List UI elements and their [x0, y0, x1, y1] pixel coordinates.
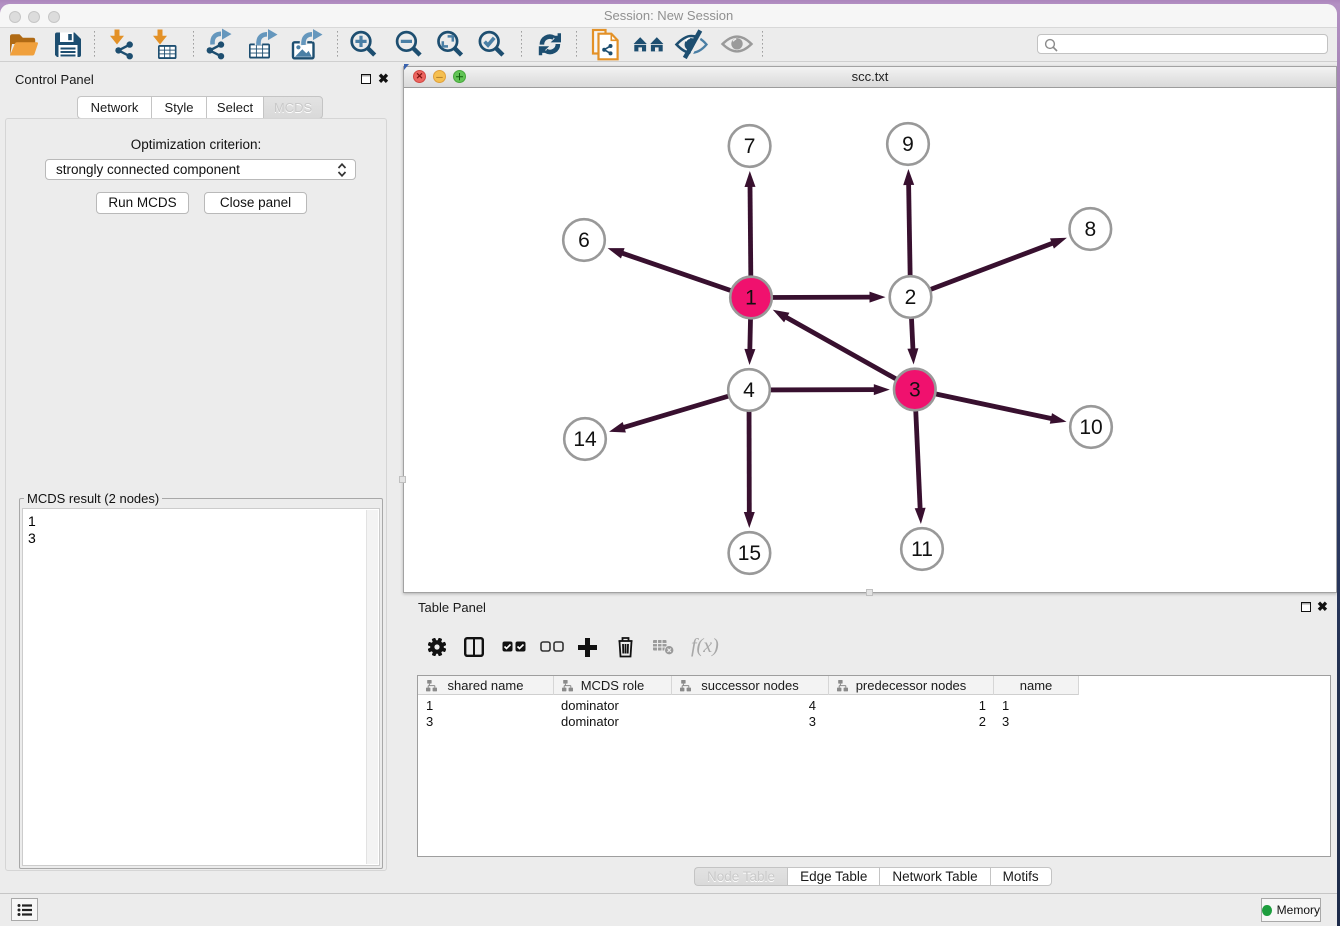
svg-text:9: 9 [902, 133, 914, 156]
svg-text:2: 2 [905, 286, 917, 309]
svg-text:10: 10 [1079, 416, 1102, 439]
svg-text:15: 15 [738, 542, 761, 565]
svg-text:8: 8 [1084, 218, 1096, 241]
svg-text:1: 1 [745, 287, 757, 310]
svg-text:11: 11 [911, 538, 933, 561]
svg-text:3: 3 [909, 379, 921, 402]
svg-text:6: 6 [578, 229, 590, 252]
svg-text:4: 4 [743, 379, 755, 402]
svg-text:7: 7 [744, 135, 756, 158]
svg-text:14: 14 [573, 428, 597, 451]
